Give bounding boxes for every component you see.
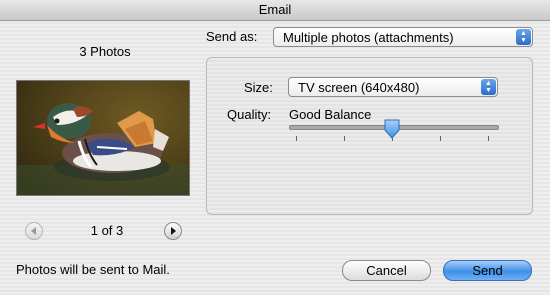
send-as-label: Send as:: [206, 29, 258, 44]
photo-count-label: 3 Photos: [79, 44, 131, 59]
slider-thumb-icon: [384, 119, 400, 139]
footer-message: Photos will be sent to Mail.: [16, 262, 170, 277]
send-button[interactable]: Send: [443, 260, 532, 281]
slider-tick: [344, 136, 345, 141]
up-down-arrows-icon: ▲ ▼: [516, 29, 531, 45]
slider-tick: [440, 136, 441, 141]
slider-tick: [296, 136, 297, 141]
up-down-arrows-icon: ▲ ▼: [481, 79, 496, 95]
quality-slider-thumb[interactable]: [384, 119, 400, 142]
size-label: Size:: [244, 80, 273, 95]
duck-image: [17, 81, 189, 195]
size-popup[interactable]: TV screen (640x480) ▲ ▼: [288, 77, 498, 97]
photo-preview: [16, 80, 190, 196]
next-photo-button[interactable]: [164, 222, 182, 240]
window-title: Email: [0, 0, 550, 21]
right-arrow-icon: [171, 227, 176, 235]
photo-counter: 1 of 3: [90, 223, 124, 238]
send-as-value: Multiple photos (attachments): [283, 29, 454, 45]
left-arrow-icon: [31, 227, 36, 235]
send-as-popup[interactable]: Multiple photos (attachments) ▲ ▼: [273, 27, 533, 47]
previous-photo-button[interactable]: [25, 222, 43, 240]
quality-label: Quality:: [227, 107, 272, 122]
cancel-button[interactable]: Cancel: [342, 260, 431, 281]
slider-tick: [488, 136, 489, 141]
quality-value: Good Balance: [289, 107, 372, 122]
size-value: TV screen (640x480): [298, 79, 420, 95]
